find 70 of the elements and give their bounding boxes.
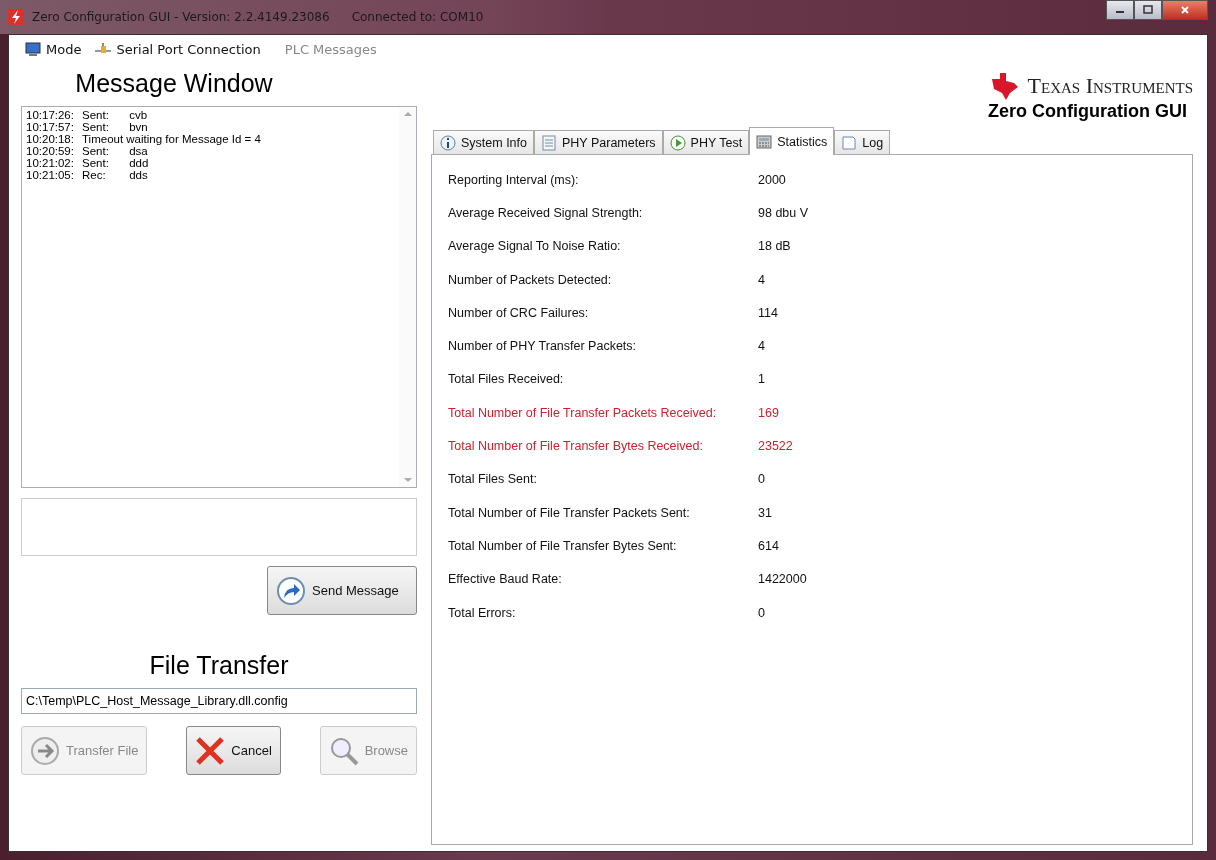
tab[interactable]: System Info <box>433 130 534 154</box>
stat-label: Number of Packets Detected: <box>448 272 613 287</box>
lightning-icon <box>8 9 24 25</box>
log-entry: 10:20:18: Timeout waiting for Message Id = 4 <box>26 133 262 145</box>
maximize-button[interactable] <box>1134 0 1162 20</box>
play-icon <box>669 134 686 151</box>
logo-icon <box>989 71 1020 101</box>
stat-value: 4 <box>758 339 765 354</box>
stat-value: 0 <box>758 605 765 620</box>
close-icon <box>1180 5 1190 15</box>
stat-value: 18 dB <box>758 239 791 254</box>
stat-value: 23522 <box>758 439 793 453</box>
stat-value: 4 <box>758 272 765 287</box>
monitor-icon <box>25 41 41 57</box>
brand-name: Texas Instruments <box>1027 73 1193 99</box>
log-entry: 10:21:05: Rec: dds <box>26 169 149 181</box>
stat-label: Total Number of File Transfer Bytes Sent: <box>448 538 678 553</box>
message-list[interactable]: 10:17:26: Sent: cvb 10:17:57: Sent: bvn 10:20:18: Timeout waiting for Message Id = 4 10:20:59: Sent: dsa 10:21:02: Sent: ddd 10:21:05: Rec: dds <box>21 106 417 488</box>
stat-label: Total Files Sent: <box>448 472 538 487</box>
document-icon <box>541 134 557 151</box>
menu-item[interactable]: Serial Port Connection <box>95 41 261 57</box>
minimize-button[interactable] <box>1106 0 1134 20</box>
stat-value: 1 <box>758 372 765 387</box>
tab[interactable]: Statistics <box>749 127 835 155</box>
stat-value: 0 <box>758 472 765 487</box>
close-button[interactable] <box>1162 0 1208 20</box>
stat-value: 1422000 <box>758 572 807 587</box>
log-entry: 10:17:57: Sent: bvn <box>26 121 149 133</box>
stat-label: Total Number of File Transfer Packets Received: <box>448 405 718 420</box>
calculator-icon <box>756 133 773 150</box>
stat-label: Reporting Interval (ms): <box>448 172 580 187</box>
page-icon <box>841 134 858 151</box>
section-heading: Message Window <box>74 68 274 99</box>
stat-label: Number of CRC Failures: <box>448 305 590 320</box>
file-path-field[interactable]: C:\Temp\PLC_Host_Message_Library.dll.config <box>21 688 417 714</box>
stat-label: Total Files Received: <box>448 372 565 387</box>
tab[interactable]: PHY Test <box>662 130 750 154</box>
stat-value: 98 dbu V <box>758 205 809 220</box>
connection-status: Connected to: COM10 <box>351 10 484 24</box>
stat-value: 2000 <box>758 172 786 187</box>
stat-label: Average Received Signal Strength: <box>448 205 644 220</box>
scrollbar[interactable] <box>399 107 416 487</box>
tab[interactable]: PHY Parameters <box>534 130 663 154</box>
cross-icon <box>195 735 226 766</box>
file-button[interactable]: Cancel <box>186 726 281 775</box>
tab[interactable]: Log <box>834 130 891 154</box>
stat-label: Total Number of File Transfer Bytes Received: <box>448 439 704 453</box>
window-title: Zero Configuration GUI - Version: 2.2.4149.23086 <box>32 10 330 24</box>
stat-value: 614 <box>758 538 779 553</box>
message-input[interactable] <box>21 498 417 556</box>
logo-subtitle: Zero Configuration GUI <box>988 101 1187 122</box>
log-entry: 10:17:26: Sent: cvb <box>26 109 149 121</box>
send-message-button[interactable]: Send Message <box>267 566 417 615</box>
stat-label: Total Number of File Transfer Packets Sent: <box>448 505 691 520</box>
stat-value: 169 <box>758 405 779 420</box>
stat-label: Effective Baud Rate: <box>448 572 563 587</box>
scroll-down-icon[interactable] <box>403 477 412 483</box>
section-heading: File Transfer <box>148 651 290 681</box>
log-entry: 10:21:02: Sent: ddd <box>26 157 150 169</box>
stat-label: Average Signal To Noise Ratio: <box>448 239 622 254</box>
stat-value: 31 <box>758 505 772 520</box>
search-icon <box>328 735 359 766</box>
menu-item[interactable]: Mode <box>25 41 82 57</box>
scroll-up-icon[interactable] <box>403 111 412 117</box>
stat-value: 114 <box>758 305 778 320</box>
stat-label: Number of PHY Transfer Packets: <box>448 339 638 354</box>
maximize-icon <box>1143 5 1153 15</box>
stat-label: Total Errors: <box>448 605 517 620</box>
info-icon <box>440 134 456 151</box>
log-entry: 10:20:59: Sent: dsa <box>26 145 149 157</box>
